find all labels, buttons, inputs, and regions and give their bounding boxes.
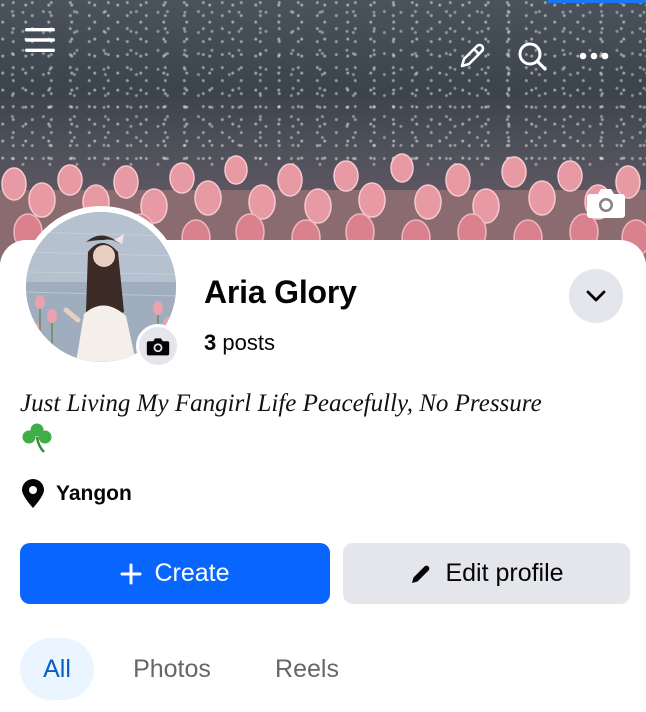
posts-count-label: posts [222, 330, 275, 355]
posts-count-number: 3 [204, 330, 217, 355]
top-accent-strip [548, 0, 646, 3]
more-options-button[interactable] [572, 34, 616, 78]
chevron-down-icon [586, 290, 606, 302]
camera-icon [587, 189, 625, 218]
hamburger-menu-icon [25, 28, 55, 52]
shamrock-emoji-icon [22, 423, 52, 453]
search-icon [518, 42, 547, 71]
menu-button[interactable] [18, 18, 62, 62]
cover-camera-button[interactable] [584, 182, 628, 222]
edit-profile-button-label: Edit profile [445, 559, 564, 587]
tab-all[interactable]: All [20, 638, 94, 700]
edit-cover-button[interactable] [450, 34, 494, 78]
location-text: Yangon [56, 482, 132, 505]
location-row: Yangon [20, 478, 132, 510]
more-horizontal-icon [579, 52, 609, 60]
camera-icon [146, 338, 170, 356]
search-button[interactable] [510, 34, 554, 78]
create-button-label: Create [154, 559, 230, 587]
tab-reels[interactable]: Reels [262, 638, 352, 700]
profile-picture-camera-button[interactable] [136, 324, 180, 368]
pencil-icon [409, 562, 433, 586]
profile-tabs: All Photos Reels [0, 638, 646, 700]
pencil-icon [460, 43, 485, 68]
profile-name: Aria Glory [204, 274, 357, 310]
profile-options-dropdown-button[interactable] [569, 269, 623, 323]
profile-bio: Just Living My Fangirl Life Peacefully, … [20, 390, 542, 417]
posts-count[interactable]: 3 posts [204, 330, 275, 356]
plus-icon [120, 563, 142, 585]
create-button[interactable]: Create [20, 543, 330, 604]
edit-profile-button[interactable]: Edit profile [343, 543, 630, 604]
tab-photos[interactable]: Photos [120, 638, 224, 700]
location-pin-icon [22, 479, 44, 508]
